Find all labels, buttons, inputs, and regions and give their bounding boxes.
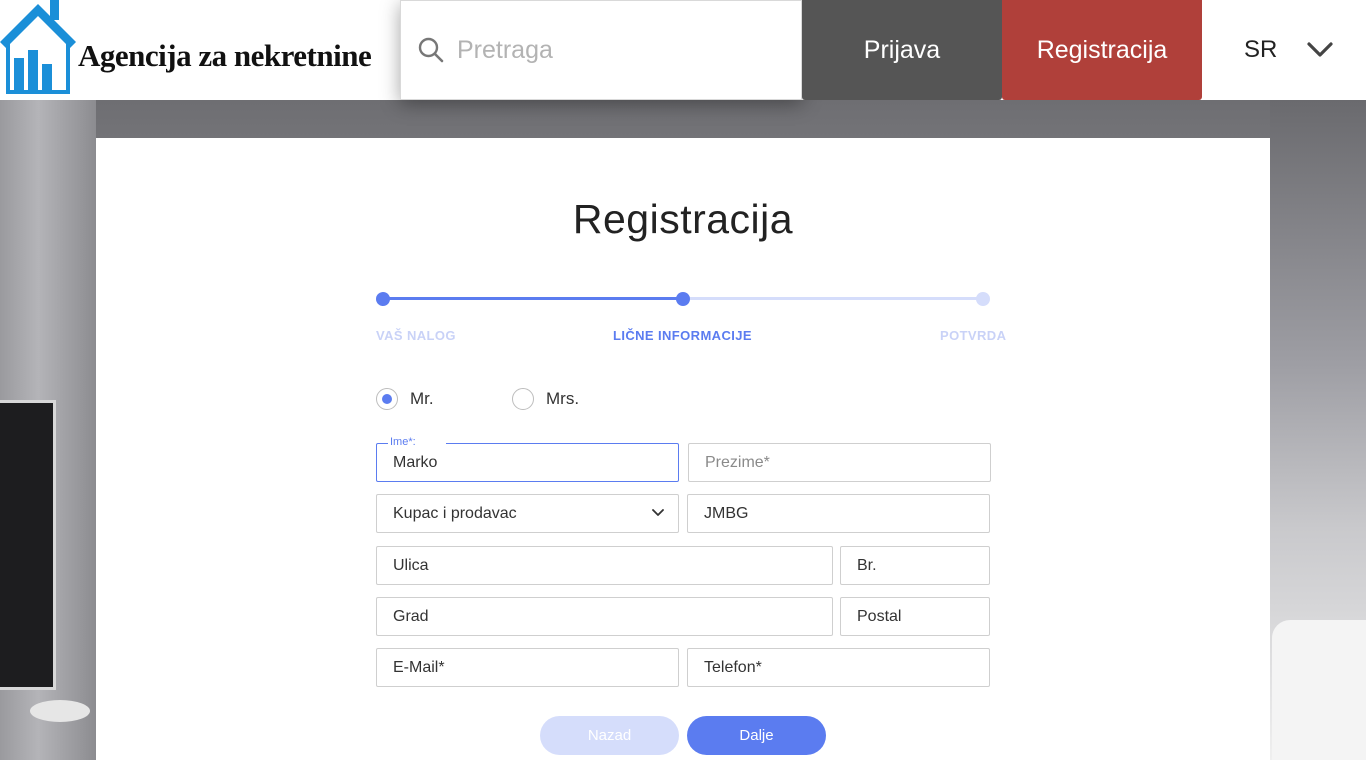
last-name-placeholder: Prezime*	[705, 453, 770, 471]
background-table	[30, 700, 90, 722]
back-button[interactable]: Nazad	[540, 716, 679, 755]
step-dot-account	[376, 292, 390, 306]
site-header: Agencija za nekretnine Prijava Registrac…	[0, 0, 1366, 100]
city-value: Grad	[393, 607, 429, 625]
email-field[interactable]: E-Mail*	[376, 648, 679, 687]
step-dot-personal	[676, 292, 690, 306]
house-logo-icon	[0, 0, 76, 94]
last-name-field[interactable]: Prezime*	[688, 443, 991, 482]
user-type-value: Kupac i prodavac	[393, 504, 517, 522]
language-selector[interactable]: SR	[1244, 0, 1333, 100]
first-name-label: Ime*:	[388, 436, 446, 448]
stepper-line-todo	[683, 297, 983, 300]
jmbg-field[interactable]: JMBG	[687, 494, 990, 533]
street-field[interactable]: Ulica	[376, 546, 833, 585]
street-number-value: Br.	[857, 556, 877, 574]
radio-mrs[interactable]: Mrs.	[512, 388, 579, 410]
radio-mr-label: Mr.	[410, 389, 434, 408]
radio-mr[interactable]: Mr.	[376, 388, 434, 410]
next-button[interactable]: Dalje	[687, 716, 826, 755]
radio-mr-circle[interactable]	[376, 388, 398, 410]
logo[interactable]: Agencija za nekretnine	[0, 0, 400, 100]
page-title: Registracija	[572, 196, 794, 242]
postal-field[interactable]: Postal	[840, 597, 990, 636]
step-dot-confirm	[976, 292, 990, 306]
postal-value: Postal	[857, 607, 902, 625]
register-button[interactable]: Registracija	[1002, 0, 1202, 100]
first-name-field[interactable]: Marko	[376, 443, 679, 482]
search-input[interactable]	[457, 35, 777, 65]
step-label-account: VAŠ NALOG	[376, 328, 456, 343]
street-number-field[interactable]: Br.	[840, 546, 990, 585]
step-label-personal: LIČNE INFORMACIJE	[613, 328, 752, 343]
stepper-line-done	[383, 297, 683, 300]
logo-text: Agencija za nekretnine	[78, 38, 372, 73]
city-field[interactable]: Grad	[376, 597, 833, 636]
radio-mrs-circle[interactable]	[512, 388, 534, 410]
chevron-down-icon	[1307, 42, 1333, 57]
chevron-down-icon	[652, 509, 664, 516]
background-tv	[0, 400, 56, 690]
search-box[interactable]	[400, 0, 802, 100]
registration-card: Registracija VAŠ NALOG LIČNE INFORMACIJE…	[96, 138, 1270, 760]
radio-mrs-label: Mrs.	[546, 389, 580, 408]
login-button[interactable]: Prijava	[802, 0, 1002, 100]
street-value: Ulica	[393, 556, 429, 574]
radio-mr-dot	[382, 394, 392, 404]
phone-field[interactable]: Telefon*	[687, 648, 990, 687]
user-type-select[interactable]: Kupac i prodavac	[376, 494, 679, 533]
phone-value: Telefon*	[704, 658, 762, 676]
first-name-value: Marko	[393, 453, 438, 471]
jmbg-value: JMBG	[704, 504, 749, 522]
step-label-confirm: POTVRDA	[940, 328, 1007, 343]
language-label: SR	[1244, 36, 1278, 63]
email-value: E-Mail*	[393, 658, 445, 676]
search-icon	[418, 37, 444, 63]
background-sofa	[1272, 620, 1366, 760]
